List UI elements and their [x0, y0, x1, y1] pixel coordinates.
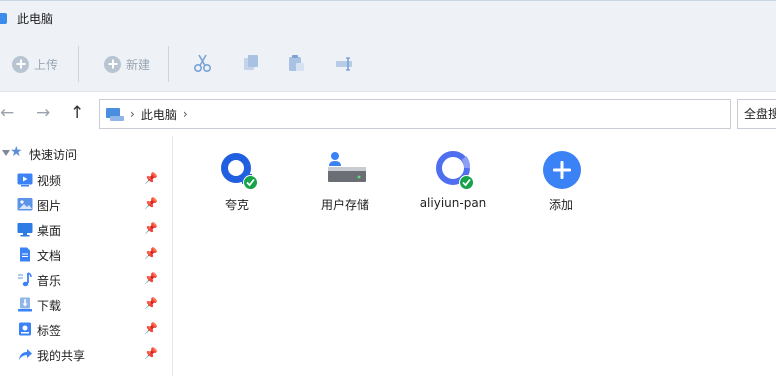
paste-icon[interactable] [286, 52, 308, 74]
sidebar-item-label: 下载 [37, 299, 62, 313]
sidebar-item-label: 文档 [37, 249, 62, 263]
sidebar-item-pictures[interactable]: 图片 📌 [0, 192, 172, 217]
breadcrumb-this-pc[interactable]: 此电脑 [141, 106, 177, 123]
check-badge-icon [243, 175, 258, 190]
back-arrow-icon[interactable]: ← [0, 103, 14, 123]
drive-label: 用户存储 [320, 198, 369, 212]
pin-icon[interactable]: 📌 [144, 322, 158, 335]
pin-icon[interactable]: 📌 [144, 297, 158, 310]
sidebar-quick-access-label: 快速访问 [29, 148, 78, 162]
drive-tile-aliyun-pan[interactable]: aliyiun-pan [408, 148, 498, 218]
pin-icon[interactable]: 📌 [144, 272, 158, 285]
toolbar-divider [78, 46, 79, 82]
share-icon [19, 349, 32, 360]
sidebar-item-label: 我的共享 [37, 349, 86, 363]
upload-label: 上传 [34, 57, 59, 72]
pin-icon[interactable]: 📌 [144, 197, 158, 210]
sidebar-item-music[interactable]: 音乐 📌 [0, 267, 172, 292]
chevron-right-icon[interactable]: › [183, 107, 188, 121]
plus-circle-icon [104, 55, 121, 73]
pin-icon[interactable]: 📌 [144, 347, 158, 360]
pin-icon[interactable]: 📌 [144, 222, 158, 235]
sidebar-item-downloads[interactable]: 下载 📌 [0, 292, 172, 317]
desktop-icon [17, 223, 33, 237]
forward-arrow-icon[interactable]: → [36, 103, 50, 123]
sidebar-item-tags[interactable]: 标签 📌 [0, 317, 172, 342]
rename-icon[interactable] [334, 52, 356, 74]
sidebar-item-label: 标签 [37, 324, 62, 338]
toolbar: 上传 新建 [0, 34, 776, 92]
check-badge-icon [459, 175, 474, 190]
title-bar: 此电脑 [0, 0, 776, 34]
address-row: ← → ↑ › 此电脑 › 全盘搜 [0, 93, 776, 136]
plus-circle-icon [12, 55, 29, 73]
new-button[interactable]: 新建 [104, 54, 150, 74]
upload-button[interactable]: 上传 [12, 54, 58, 74]
sidebar-item-my-share[interactable]: 我的共享 📌 [0, 342, 172, 367]
up-arrow-icon[interactable]: ↑ [70, 103, 84, 123]
add-icon [543, 151, 581, 189]
address-bar[interactable]: › 此电脑 › [99, 99, 731, 129]
folder-icon [0, 13, 7, 24]
drive-label: 夸克 [224, 198, 249, 212]
expand-caret-icon[interactable] [2, 150, 10, 156]
pin-icon[interactable]: 📌 [144, 172, 158, 185]
star-icon: ★ [10, 144, 23, 160]
sidebar-item-label: 图片 [37, 199, 62, 213]
add-drive-tile[interactable]: 添加 [516, 148, 606, 218]
toolbar-divider [168, 46, 169, 82]
drive-label: aliyiun-pan [419, 196, 487, 210]
picture-icon [17, 198, 33, 211]
sidebar-item-label: 音乐 [37, 274, 62, 288]
chevron-right-icon[interactable]: › [130, 107, 135, 121]
new-label: 新建 [126, 57, 151, 72]
sidebar-item-label: 桌面 [37, 224, 62, 238]
content-area: 夸克 用户存储 aliyiun-pan 添加 [174, 136, 776, 376]
pin-icon[interactable]: 📌 [144, 247, 158, 260]
download-icon [18, 297, 32, 312]
computer-icon [106, 108, 124, 121]
user-storage-icon [328, 152, 366, 182]
video-icon [17, 173, 33, 187]
sidebar: ★ 快速访问 视频 📌 图片 📌 桌面 📌 文档 📌 音乐 📌 下载 📌 标签 … [0, 136, 173, 376]
drive-tile-quark[interactable]: 夸克 [192, 148, 282, 218]
tag-icon [19, 322, 31, 336]
window-title: 此电脑 [17, 12, 54, 26]
search-input[interactable]: 全盘搜 [737, 99, 776, 129]
sidebar-item-video[interactable]: 视频 📌 [0, 167, 172, 192]
copy-icon[interactable] [240, 52, 262, 74]
document-icon [20, 247, 30, 262]
drive-tile-user-storage[interactable]: 用户存储 [300, 148, 390, 218]
drive-label: 添加 [548, 198, 573, 212]
cut-icon[interactable] [192, 52, 214, 74]
sidebar-item-label: 视频 [37, 174, 62, 188]
sidebar-item-desktop[interactable]: 桌面 📌 [0, 217, 172, 242]
music-icon [18, 272, 32, 287]
sidebar-item-documents[interactable]: 文档 📌 [0, 242, 172, 267]
sidebar-quick-access[interactable]: ★ 快速访问 [0, 142, 172, 167]
